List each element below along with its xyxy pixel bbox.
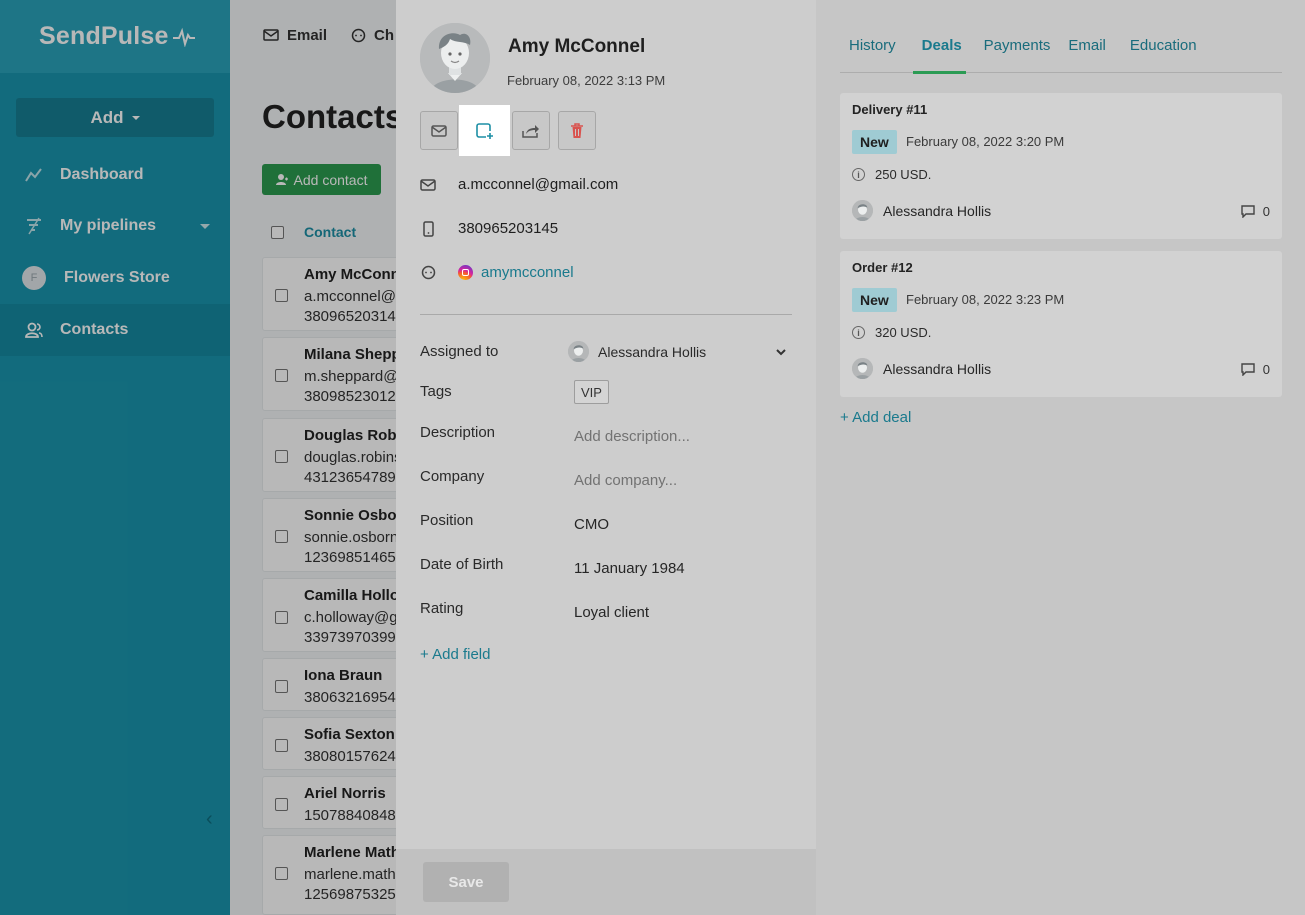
tab-email[interactable]: Email	[1068, 30, 1106, 72]
position-value[interactable]: CMO	[574, 516, 609, 533]
avatar	[852, 358, 873, 379]
instagram-icon	[458, 265, 473, 280]
deal-date: February 08, 2022 3:23 PM	[906, 292, 1065, 307]
comment-count: 0	[1262, 204, 1270, 219]
tags-label: Tags	[420, 383, 452, 400]
comment-icon	[1241, 363, 1255, 376]
avatar	[420, 23, 490, 93]
tab-history[interactable]: History	[849, 30, 896, 72]
comment-count: 0	[1262, 362, 1270, 377]
info-icon: i	[852, 326, 865, 339]
add-field-link[interactable]: + Add field	[420, 646, 490, 663]
info-icon: i	[852, 168, 865, 181]
assigned-to-value: Alessandra Hollis	[598, 343, 707, 360]
description-label: Description	[420, 424, 496, 441]
description-input[interactable]: Add description...	[574, 428, 690, 445]
deal-title[interactable]: Order #12	[852, 260, 913, 275]
rating-label: Rating	[420, 600, 464, 617]
comment-icon	[1241, 205, 1255, 218]
mail-icon	[431, 124, 447, 137]
rating-value[interactable]: Loyal client	[574, 604, 649, 621]
dob-label: Date of Birth	[420, 556, 504, 573]
deal-owner: Alessandra Hollis	[852, 200, 991, 221]
phone-icon	[420, 220, 436, 237]
contact-email[interactable]: a.mcconnel@gmail.com	[458, 176, 618, 193]
share-button[interactable]	[512, 111, 550, 150]
avatar-image	[420, 23, 490, 93]
deal-amount-row: i 250 USD.	[852, 167, 931, 182]
add-deal-link[interactable]: + Add deal	[840, 409, 911, 426]
tag-chip[interactable]: VIP	[574, 380, 609, 404]
company-label: Company	[420, 468, 485, 485]
deal-card[interactable]: Delivery #11 New February 08, 2022 3:20 …	[840, 93, 1282, 239]
mail-icon	[420, 178, 436, 191]
deal-amount: 320 USD.	[875, 325, 932, 340]
company-input[interactable]: Add company...	[574, 472, 677, 489]
instagram-handle[interactable]: amymcconnel	[481, 264, 574, 281]
contact-email-row[interactable]: a.mcconnel@gmail.com	[420, 176, 618, 193]
activity-tabs: History Deals Payments Email Education	[840, 30, 1282, 74]
deal-owner: Alessandra Hollis	[852, 358, 991, 379]
dob-value[interactable]: 11 January 1984	[574, 560, 685, 577]
contact-phone[interactable]: 380965203145	[458, 220, 558, 237]
position-label: Position	[420, 512, 474, 529]
avatar	[568, 341, 589, 362]
tab-education[interactable]: Education	[1130, 30, 1197, 72]
deal-comments[interactable]: 0	[1241, 362, 1270, 377]
chat-icon	[420, 265, 436, 280]
deal-comments[interactable]: 0	[1241, 204, 1270, 219]
divider	[420, 314, 792, 315]
assigned-to-select[interactable]: Alessandra Hollis	[568, 341, 706, 362]
deal-date: February 08, 2022 3:20 PM	[906, 134, 1065, 149]
status-badge: New	[852, 130, 897, 154]
deal-amount-row: i 320 USD.	[852, 325, 931, 340]
avatar	[852, 200, 873, 221]
tab-deals[interactable]: Deals	[912, 30, 966, 74]
contact-phone-row[interactable]: 380965203145	[420, 220, 558, 237]
save-button[interactable]: Save	[423, 862, 509, 902]
deal-owner-name: Alessandra Hollis	[883, 360, 992, 377]
trash-icon	[571, 122, 583, 138]
add-deal-icon	[476, 122, 493, 139]
status-badge: New	[852, 288, 897, 312]
share-icon	[522, 124, 539, 138]
deal-card[interactable]: Order #12 New February 08, 2022 3:23 PM …	[840, 251, 1282, 397]
contact-name[interactable]: Amy McConnel	[508, 36, 645, 58]
delete-button[interactable]	[558, 111, 596, 150]
tab-payments[interactable]: Payments	[984, 30, 1051, 72]
contact-instagram-row[interactable]: amymcconnel	[420, 264, 574, 281]
assigned-to-label: Assigned to	[420, 343, 499, 360]
send-email-button[interactable]	[420, 111, 458, 150]
contact-created-date: February 08, 2022 3:13 PM	[507, 73, 666, 88]
chevron-down-icon[interactable]	[776, 348, 786, 356]
deal-amount: 250 USD.	[875, 167, 932, 182]
deal-title[interactable]: Delivery #11	[852, 102, 927, 117]
deal-owner-name: Alessandra Hollis	[883, 202, 992, 219]
add-deal-button[interactable]	[466, 111, 504, 150]
